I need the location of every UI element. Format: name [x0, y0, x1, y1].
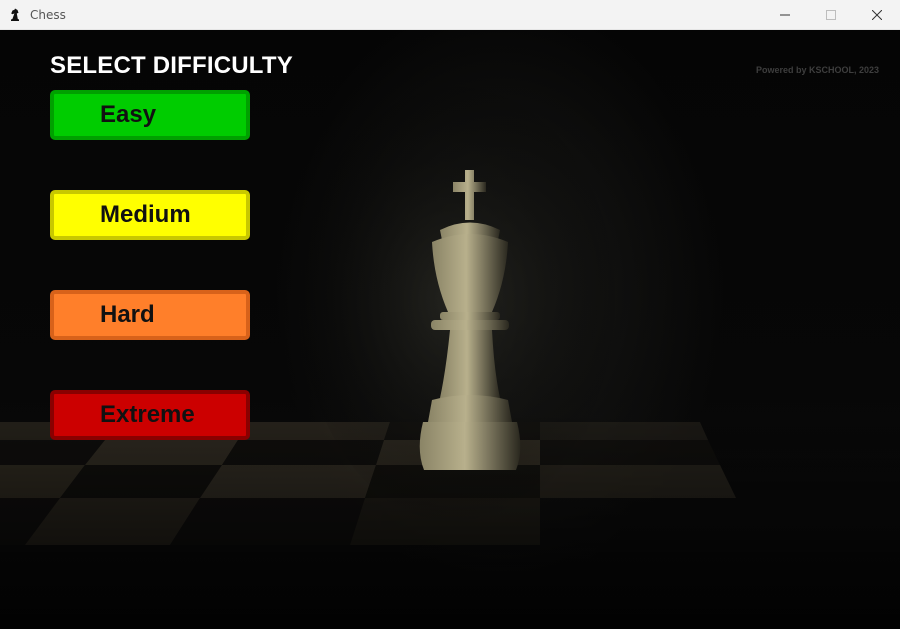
- game-canvas: SELECT DIFFICULTY Powered by KSCHOOL, 20…: [0, 30, 900, 629]
- easy-button[interactable]: Easy: [50, 90, 250, 140]
- close-icon: [872, 10, 882, 20]
- minimize-button[interactable]: [762, 0, 808, 30]
- chess-knight-icon: [0, 0, 30, 30]
- hard-button[interactable]: Hard: [50, 290, 250, 340]
- title-bar: Chess: [0, 0, 900, 30]
- maximize-icon: [826, 10, 836, 20]
- page-title: SELECT DIFFICULTY: [50, 52, 293, 79]
- window-controls: [762, 0, 900, 30]
- window-title: Chess: [30, 7, 66, 22]
- extreme-button[interactable]: Extreme: [50, 390, 250, 440]
- close-button[interactable]: [854, 0, 900, 30]
- medium-button[interactable]: Medium: [50, 190, 250, 240]
- maximize-button[interactable]: [808, 0, 854, 30]
- credit-text: Powered by KSCHOOL, 2023: [755, 65, 879, 75]
- minimize-icon: [780, 14, 790, 16]
